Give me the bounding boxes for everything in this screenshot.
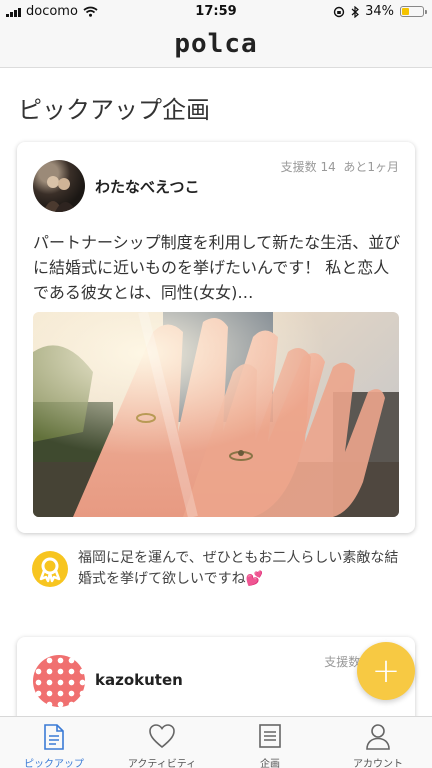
battery-level [402,8,409,15]
project-card[interactable]: わたなべえつこ 支援数 14 あと1ヶ月 パートナーシップ制度を利用して新たな生… [17,142,415,533]
pickup-document-icon [44,724,64,750]
avatar-photo-icon [43,176,77,212]
person-icon [366,724,390,750]
card-meta: 支援数 14 あと1ヶ月 [281,158,399,175]
time-remaining: あと1ヶ月 [343,160,399,174]
tab-label: 企画 [260,759,280,768]
page-title: ピックアップ企画 [18,96,210,124]
tab-bar: ピックアップ アクティビティ 企画 アカウント [0,716,432,768]
supporter-count: 支援数 14 [280,160,336,174]
app-logo: polca [174,29,258,59]
support-message-body: 福岡に足を運んで、ぜひともお二人らしい素敵な結婚式を挙げて欲しいですね [78,550,399,587]
author-name[interactable]: わたなべえつこ [95,176,200,197]
add-project-button[interactable]: + [357,642,415,700]
hands-with-rings-image [33,312,399,517]
tab-account[interactable]: アカウント [324,717,432,768]
status-bar: docomo 17:59 34% [0,0,432,22]
status-right: 34% [333,4,427,19]
polka-dot-avatar[interactable] [33,655,85,707]
project-description: パートナーシップ制度を利用して新たな生活、並びに結婚式に近いものを挙げたいんです… [33,233,401,302]
tab-activity[interactable]: アクティビティ [108,717,216,768]
battery-percent: 34% [365,4,394,19]
tab-label: ピックアップ [24,759,84,768]
heart-icon [149,724,175,749]
two-hearts-emoji: 💕 [245,571,264,587]
battery-icon [400,6,427,17]
tab-label: アクティビティ [127,759,197,768]
tab-pickup[interactable]: ピックアップ [0,717,108,768]
tab-label: アカウント [353,759,403,768]
author-name[interactable]: kazokuten [95,671,183,689]
rotation-lock-icon [333,6,345,17]
project-image[interactable] [33,312,399,517]
polca-coin-icon [32,551,68,587]
bluetooth-icon [351,5,360,18]
support-message-text: 福岡に足を運んで、ぜひともお二人らしい素敵な結婚式を挙げて欲しいですね💕 [78,548,412,590]
tab-projects[interactable]: 企画 [216,717,324,768]
app-header: polca [0,22,432,68]
list-icon [259,724,281,748]
user-photo-avatar[interactable] [33,160,85,212]
